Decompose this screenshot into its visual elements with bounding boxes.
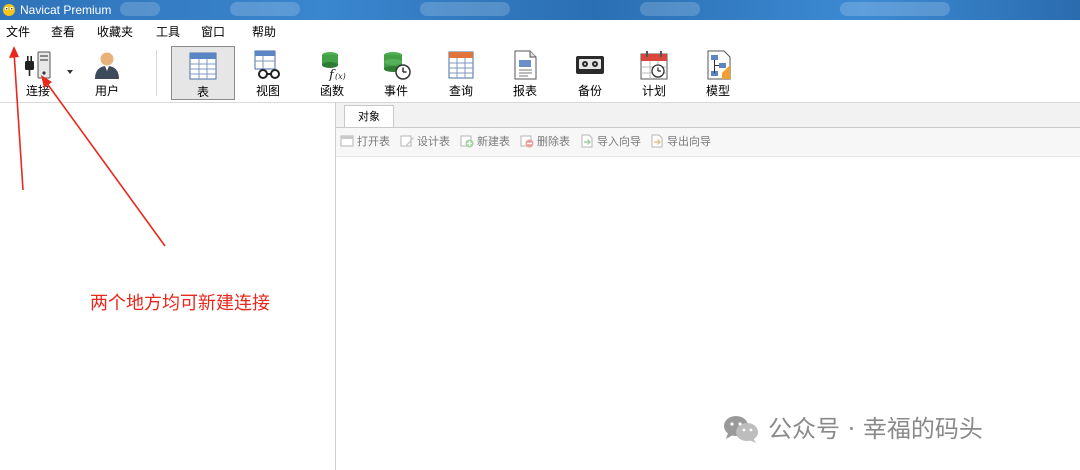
wechat-logo-icon xyxy=(724,416,758,443)
annotation-arrows xyxy=(9,46,166,247)
annotation-text: 两个地方均可新建连接 xyxy=(90,293,270,314)
arrow-to-connect-button xyxy=(41,75,166,247)
arrow-to-file-menu xyxy=(9,46,24,191)
watermark-text: 公众号 · 幸福的码头 xyxy=(768,415,983,443)
